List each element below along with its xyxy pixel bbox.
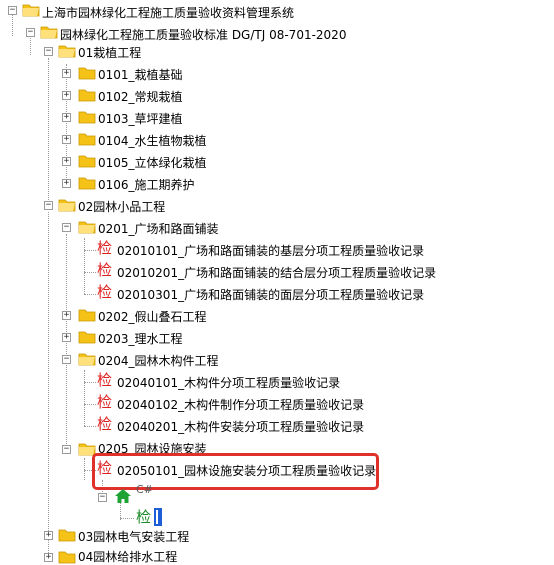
tree-connector	[120, 518, 134, 519]
folder-icon	[40, 26, 58, 39]
tree-record-02010101[interactable]: 02010101_广场和路面铺装的基层分项工程质量验收记录	[117, 242, 424, 259]
expand-toggle-03[interactable]: +	[44, 531, 53, 540]
tree-node-02[interactable]: 02园林小品工程	[78, 198, 165, 215]
collapse-toggle-0205[interactable]: −	[62, 445, 71, 454]
expand-toggle-0101[interactable]: +	[62, 69, 71, 78]
tree-node-01[interactable]: 01栽植工程	[78, 44, 141, 61]
tree-node-03[interactable]: 03园林电气安装工程	[78, 528, 189, 545]
folder-icon	[78, 67, 96, 80]
tree-connector	[84, 238, 85, 294]
folder-icon	[78, 177, 96, 190]
record-icon: 检	[97, 239, 113, 257]
tree-node-0201[interactable]: 0201_广场和路面铺装	[98, 220, 219, 237]
collapse-toggle-root[interactable]: −	[8, 6, 17, 15]
expand-toggle-0102[interactable]: +	[62, 91, 71, 100]
tree-connector	[84, 426, 96, 427]
tree-node-0106[interactable]: 0106_施工期养护	[98, 176, 195, 193]
folder-icon	[78, 353, 96, 366]
expand-toggle-0104[interactable]: +	[62, 135, 71, 144]
home-icon	[115, 489, 131, 503]
folder-icon	[78, 331, 96, 344]
tree-record-02040102[interactable]: 02040102_木构件制作分项工程质量验收记录	[117, 396, 364, 413]
tree-connector	[66, 234, 67, 450]
tree-node-0104[interactable]: 0104_水生植物栽植	[98, 132, 207, 149]
expand-toggle-0106[interactable]: +	[62, 179, 71, 188]
tree-record-02040101[interactable]: 02040101_木构件分项工程质量验收记录	[117, 374, 340, 391]
folder-icon	[78, 111, 96, 124]
folder-icon	[78, 155, 96, 168]
tree-connector	[12, 14, 13, 36]
folder-icon	[58, 199, 76, 212]
record-icon: 检	[97, 283, 113, 301]
expand-toggle-0203[interactable]: +	[62, 333, 71, 342]
record-icon: 检	[136, 508, 152, 526]
tree-view: − 上海市园林绿化工程施工质量验收资料管理系统 − 园林绿化工程施工质量验收标准…	[0, 0, 554, 564]
collapse-toggle-0201[interactable]: −	[62, 223, 71, 232]
collapse-toggle-standard[interactable]: −	[26, 28, 35, 37]
collapse-toggle-0204[interactable]: −	[62, 355, 71, 364]
tree-node-0203[interactable]: 0203_理水工程	[98, 330, 183, 347]
tree-connector	[84, 250, 96, 251]
tree-node-0101[interactable]: 0101_栽植基础	[98, 66, 183, 83]
tree-connector	[84, 404, 96, 405]
record-icon: 检	[97, 371, 113, 389]
expand-toggle-0202[interactable]: +	[62, 311, 71, 320]
expand-toggle-0105[interactable]: +	[62, 157, 71, 166]
tree-connector	[84, 458, 85, 480]
expand-toggle-04[interactable]: +	[44, 553, 53, 562]
tree-node-0202[interactable]: 0202_假山叠石工程	[98, 308, 207, 325]
folder-icon	[58, 551, 76, 564]
tree-connector	[84, 294, 96, 295]
folder-icon	[22, 4, 40, 17]
tree-node-0102[interactable]: 0102_常规栽植	[98, 88, 183, 105]
tree-node-csharp[interactable]: C#	[136, 483, 153, 496]
tree-node-root[interactable]: 上海市园林绿化工程施工质量验收资料管理系统	[42, 4, 294, 21]
tree-node-0105[interactable]: 0105_立体绿化栽植	[98, 154, 207, 171]
tree-connector	[84, 272, 96, 273]
tree-record-02010201[interactable]: 02010201_广场和路面铺装的结合层分项工程质量验收记录	[117, 264, 436, 281]
tree-connector	[84, 370, 85, 426]
tree-node-0103[interactable]: 0103_草坪建植	[98, 110, 183, 127]
folder-icon	[78, 221, 96, 234]
expand-toggle-0103[interactable]: +	[62, 113, 71, 122]
tree-node-standard[interactable]: 园林绿化工程施工质量验收标准 DG/TJ 08-701-2020	[60, 26, 346, 43]
collapse-toggle-02[interactable]: −	[44, 201, 53, 210]
tree-connector	[30, 36, 31, 55]
text-cursor	[156, 510, 158, 524]
record-icon: 检	[97, 415, 113, 433]
tree-node-04[interactable]: 04园林给排水工程	[78, 548, 177, 565]
record-icon: 检	[97, 393, 113, 411]
tree-record-02010301[interactable]: 02010301_广场和路面铺装的面层分项工程质量验收记录	[117, 286, 424, 303]
folder-icon	[58, 45, 76, 58]
folder-icon	[78, 89, 96, 102]
record-icon: 检	[97, 261, 113, 279]
folder-icon	[58, 529, 76, 542]
tree-connector	[48, 58, 49, 208]
tree-connector	[84, 382, 96, 383]
tree-connector	[66, 64, 67, 184]
tree-node-0204[interactable]: 0204_园林木构件工程	[98, 352, 219, 369]
collapse-toggle-csharp[interactable]: −	[98, 493, 107, 502]
tree-record-02040201[interactable]: 02040201_木构件安装分项工程质量验收记录	[117, 418, 364, 435]
folder-icon	[78, 309, 96, 322]
tree-connector	[48, 212, 49, 557]
folder-icon	[78, 133, 96, 146]
collapse-toggle-01[interactable]: −	[44, 47, 53, 56]
